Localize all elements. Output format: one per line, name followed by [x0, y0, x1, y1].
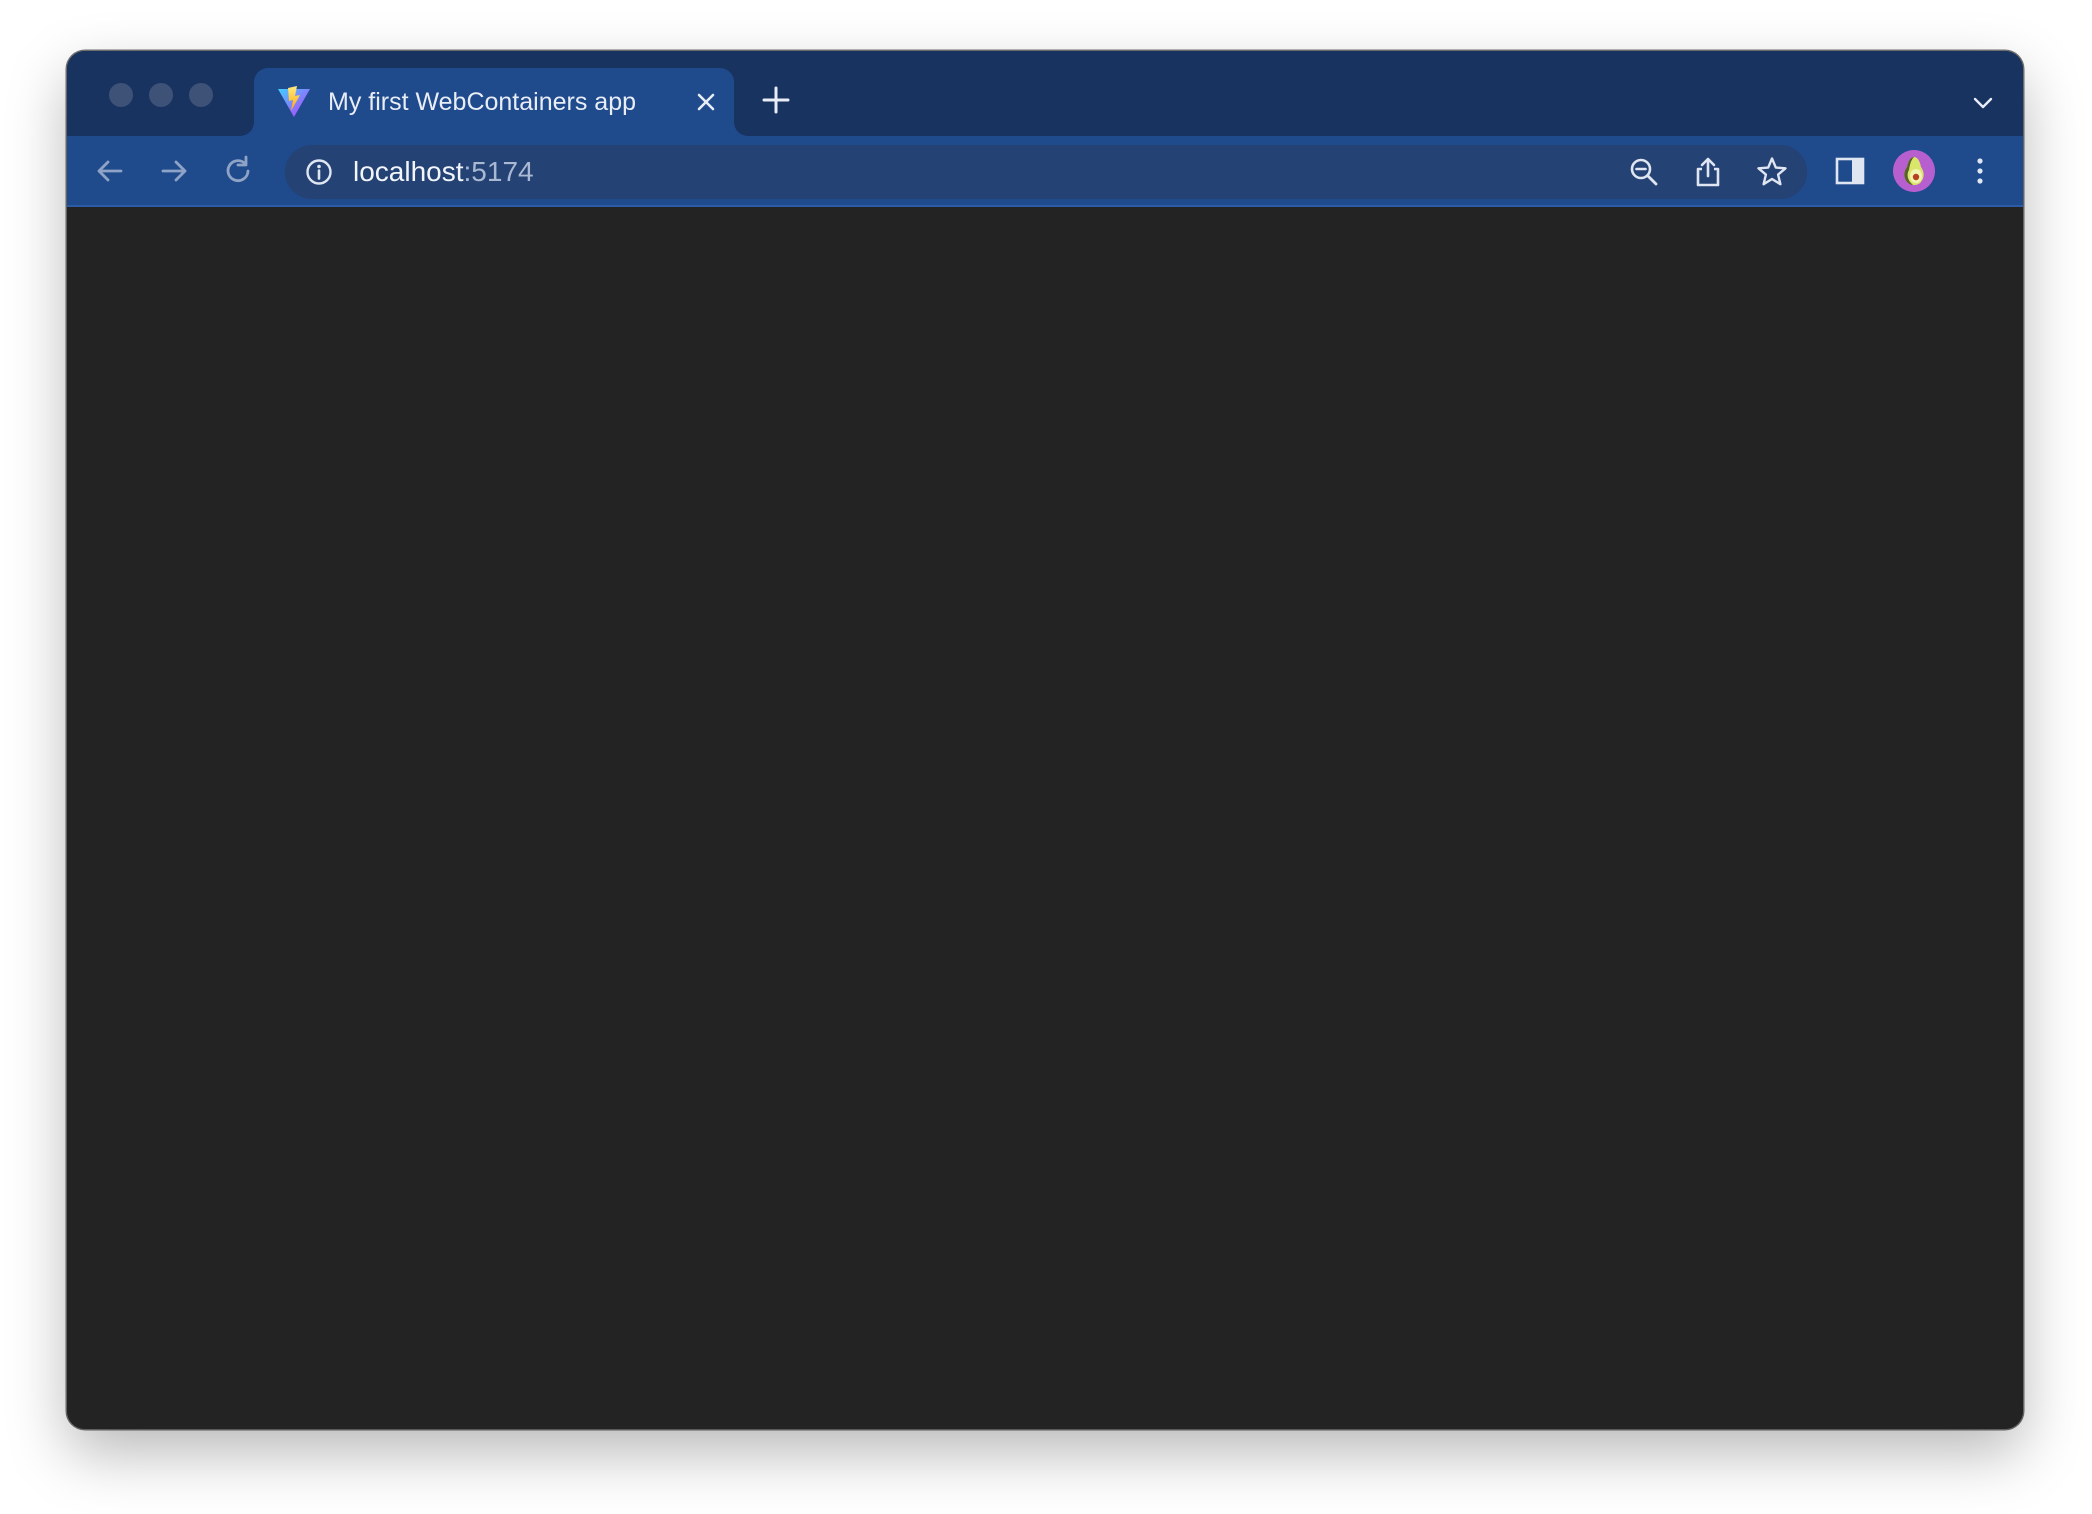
- share-icon[interactable]: [1691, 155, 1725, 189]
- url-text[interactable]: localhost:5174: [353, 145, 534, 199]
- url-port: :5174: [463, 156, 534, 187]
- vite-logo-icon: [278, 86, 310, 117]
- url-host: localhost: [353, 156, 464, 187]
- window-close-button[interactable]: [109, 83, 133, 107]
- address-bar[interactable]: localhost:5174: [285, 145, 1807, 199]
- new-tab-icon[interactable]: [761, 85, 791, 115]
- star-icon[interactable]: [1755, 155, 1789, 189]
- avocado-avatar-icon: [1893, 150, 1935, 192]
- close-icon[interactable]: [694, 90, 718, 114]
- tab-strip: My first WebContainers app: [67, 51, 2023, 136]
- tab-title: My first WebContainers app: [328, 88, 636, 116]
- browser-window: My first WebContainers app localhost:517…: [67, 51, 2023, 1429]
- profile-avatar[interactable]: [1893, 150, 1935, 192]
- tab-active[interactable]: My first WebContainers app: [254, 68, 734, 136]
- arrow-right-icon[interactable]: [157, 154, 191, 188]
- info-icon[interactable]: [303, 156, 335, 188]
- browser-toolbar: localhost:5174: [67, 136, 2023, 207]
- zoom-out-icon[interactable]: [1627, 155, 1661, 189]
- side-panel-icon[interactable]: [1833, 154, 1867, 188]
- more-menu-icon[interactable]: [1963, 154, 1997, 188]
- window-zoom-button[interactable]: [189, 83, 213, 107]
- page-content: [67, 207, 2023, 1429]
- arrow-left-icon[interactable]: [93, 154, 127, 188]
- window-minimize-button[interactable]: [149, 83, 173, 107]
- reload-icon[interactable]: [221, 154, 255, 188]
- chevron-down-icon[interactable]: [1971, 91, 1995, 115]
